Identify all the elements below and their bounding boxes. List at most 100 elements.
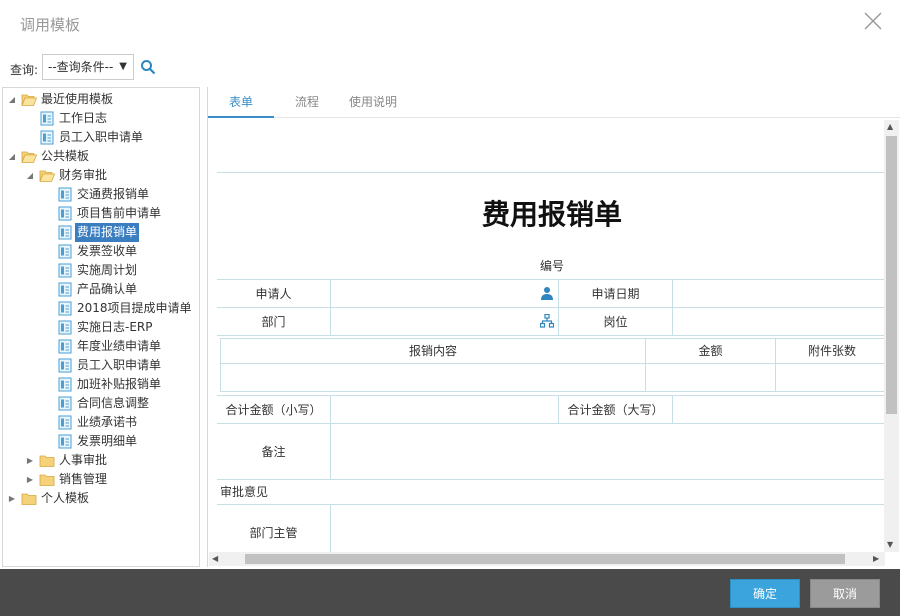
serial-row: 编号 [217,252,885,280]
form-template-icon [57,358,73,373]
horizontal-scroll-thumb[interactable] [245,554,845,564]
confirm-button[interactable]: 确定 [730,579,800,608]
tree-item[interactable]: 发票签收单 [3,242,199,261]
folder-open-icon [39,168,56,183]
detail-cell-attachments[interactable] [776,364,885,392]
position-label: 岗位 [559,308,673,336]
tree-item-label: 最近使用模板 [41,92,114,106]
collapsed-toggle-icon[interactable]: ▶ [25,451,35,470]
tree-folder[interactable]: ▶ 销售管理 [3,470,199,489]
vertical-scroll-thumb[interactable] [886,136,897,414]
total-upper-label: 合计金额（大写） [559,396,673,424]
search-icon[interactable] [140,59,156,75]
detail-header-attachments: 附件张数 [776,339,885,364]
person-icon[interactable] [540,286,554,300]
folder-open-icon [21,149,38,164]
form-template-icon [39,111,55,126]
scroll-up-icon[interactable]: ▲ [887,122,893,131]
dept-manager-field[interactable] [331,505,885,552]
tree-folder[interactable]: ▶ 人事审批 [3,451,199,470]
folder-open-icon [21,92,38,107]
tab-usage[interactable]: 使用说明 [340,87,406,118]
dialog-title: 调用模板 [20,16,81,34]
tree-item[interactable]: 费用报销单 [3,223,199,242]
remark-label: 备注 [217,424,331,480]
horizontal-scrollbar[interactable]: ◀ ▶ [209,552,885,566]
applicant-label: 申请人 [217,280,331,308]
tree-item-label: 合同信息调整 [77,396,150,410]
query-select-value: --查询条件-- [48,60,114,74]
tree-item-label: 财务审批 [59,168,108,182]
department-field[interactable] [331,308,559,336]
form-template-icon [39,130,55,145]
cancel-button[interactable]: 取消 [810,579,880,608]
tree-item[interactable]: 员工入职申请单 [3,128,199,147]
form-preview: 费用报销单 编号 申请人 申请日期 部门 岗位 报销内容 金额 附件张数 合计金… [209,120,885,552]
apply-date-field[interactable] [673,280,885,308]
tree-item[interactable]: 发票明细单 [3,432,199,451]
tree-item[interactable]: 年度业绩申请单 [3,337,199,356]
tree-item-label: 交通费报销单 [77,187,150,201]
tree-item-label: 发票签收单 [77,244,138,258]
tab-flow[interactable]: 流程 [274,87,340,118]
tree-item[interactable]: 2018项目提成申请单 [3,299,199,318]
detail-cell-amount[interactable] [646,364,776,392]
detail-table: 报销内容 金额 附件张数 [220,338,885,392]
close-icon[interactable] [862,10,884,32]
vertical-scrollbar[interactable]: ▲ ▼ [884,120,899,552]
folder-icon [39,453,55,468]
department-label: 部门 [217,308,331,336]
query-condition-select[interactable]: --查询条件-- ▼ [42,54,134,80]
tree-folder[interactable]: ▶ 个人模板 [3,489,199,508]
form-template-icon [57,282,73,297]
template-preview-panel: 表单 流程 使用说明 费用报销单 编号 申请人 申请日期 部门 岗位 报销内容 … [207,87,900,567]
tree-item-label: 人事审批 [59,453,108,467]
tree-item[interactable]: 合同信息调整 [3,394,199,413]
tree-item[interactable]: 实施周计划 [3,261,199,280]
expanded-toggle-icon[interactable]: ◢ [7,90,17,109]
detail-header-content: 报销内容 [221,339,646,364]
scroll-left-icon[interactable]: ◀ [212,554,218,563]
tree-item[interactable]: 产品确认单 [3,280,199,299]
tree-item[interactable]: 交通费报销单 [3,185,199,204]
tree-item[interactable]: 实施日志-ERP [3,318,199,337]
remark-field[interactable] [331,424,885,480]
tree-folder[interactable]: ◢ 财务审批 [3,166,199,185]
tree-item[interactable]: 项目售前申请单 [3,204,199,223]
folder-icon [39,472,55,487]
expanded-toggle-icon[interactable]: ◢ [25,166,35,185]
scroll-right-icon[interactable]: ▶ [873,554,879,563]
tree-item-label: 工作日志 [59,111,108,125]
query-bar: 查询: --查询条件-- ▼ [0,50,900,84]
tree-item[interactable]: 员工入职申请单 [3,356,199,375]
tree-item-label: 年度业绩申请单 [77,339,162,353]
total-lower-field[interactable] [331,396,559,424]
form-title: 费用报销单 [217,172,885,252]
dropdown-arrow-icon: ▼ [119,61,127,72]
tree-folder[interactable]: ◢ 公共模板 [3,147,199,166]
tree-folder[interactable]: ◢ 最近使用模板 [3,90,199,109]
total-upper-field[interactable] [673,396,885,424]
tree-item[interactable]: 业绩承诺书 [3,413,199,432]
applicant-field[interactable] [331,280,559,308]
expanded-toggle-icon[interactable]: ◢ [7,147,17,166]
collapsed-toggle-icon[interactable]: ▶ [7,489,17,508]
form-template-icon [57,301,73,316]
preview-tabs: 表单 流程 使用说明 [208,87,900,118]
tree-item-label: 销售管理 [59,472,108,486]
tree-item-label: 员工入职申请单 [77,358,162,372]
approval-section-label: 审批意见 [217,480,885,505]
query-label: 查询: [10,63,39,77]
detail-cell-content[interactable] [221,364,646,392]
position-field[interactable] [673,308,885,336]
tree-item-label: 实施周计划 [77,263,138,277]
org-chart-icon[interactable] [540,314,554,328]
scroll-down-icon[interactable]: ▼ [887,540,893,549]
tree-item[interactable]: 加班补贴报销单 [3,375,199,394]
tab-form[interactable]: 表单 [208,87,274,118]
form-template-icon [57,244,73,259]
tree-item-label: 发票明细单 [77,434,138,448]
collapsed-toggle-icon[interactable]: ▶ [25,470,35,489]
tree-item[interactable]: 工作日志 [3,109,199,128]
tree-item-label: 加班补贴报销单 [77,377,162,391]
